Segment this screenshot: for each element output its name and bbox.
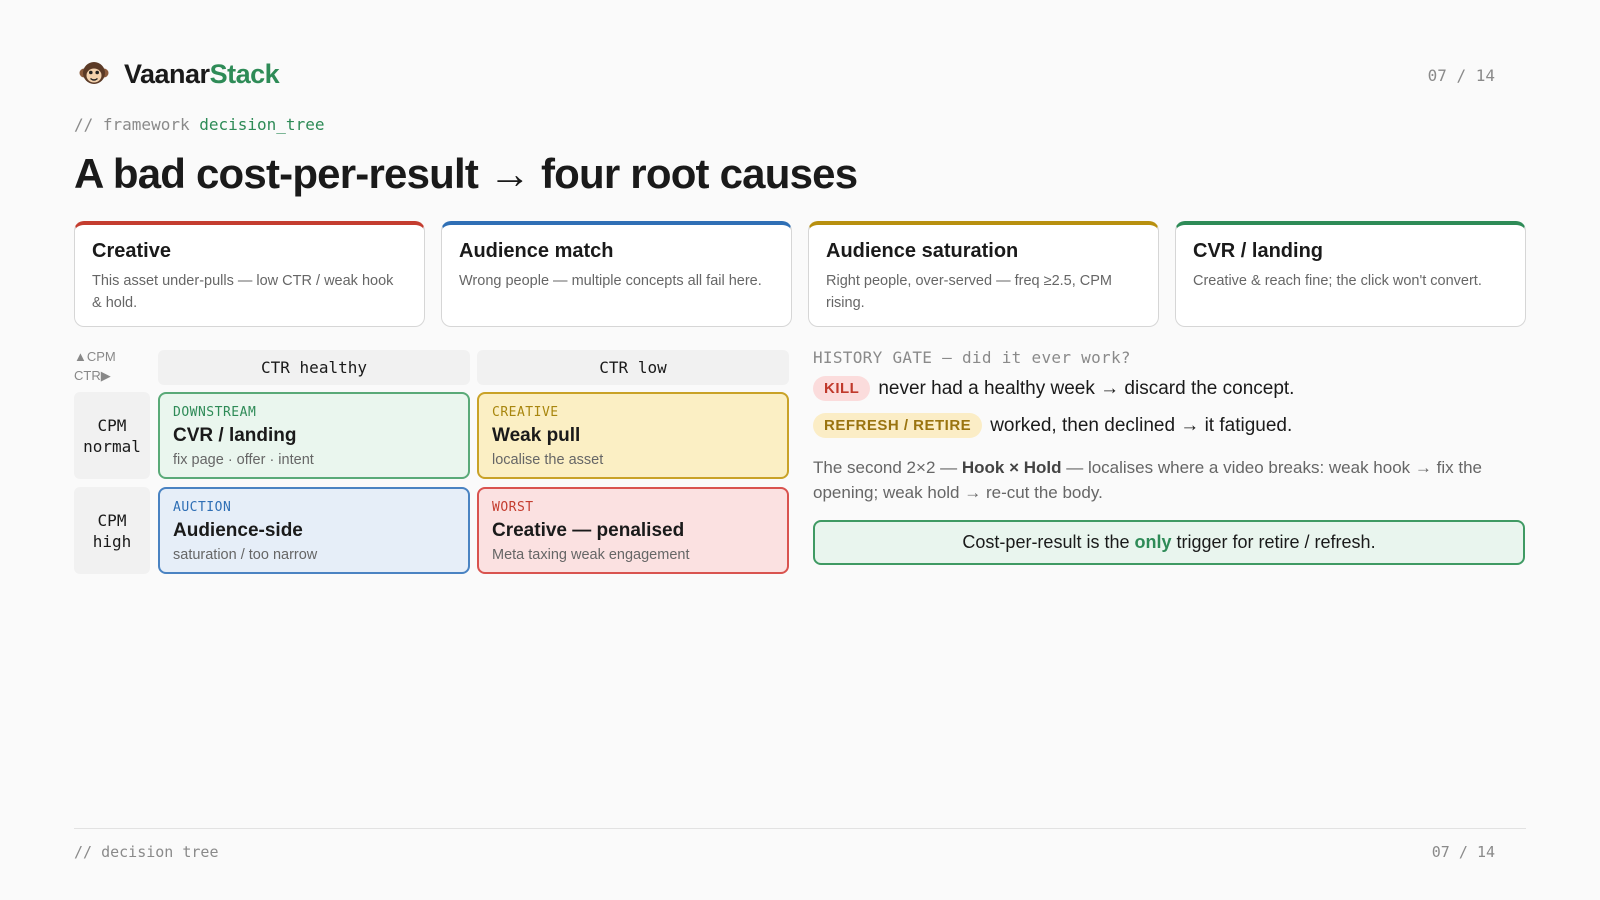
section-kicker: // framework decision_tree	[74, 115, 325, 134]
history-gate-kill-row: KILL never had a healthy week → discard …	[813, 376, 1294, 401]
cause-card-desc: Wrong people — multiple concepts all fai…	[459, 273, 762, 289]
retire-trigger-callout: Cost-per-result is the only trigger for …	[813, 520, 1525, 565]
column-header-ctr-healthy: CTR healthy	[158, 350, 470, 385]
cell-tag: WORST	[492, 500, 534, 515]
monkey-icon	[79, 62, 109, 84]
row-header-cpm-normal: CPM normal	[74, 392, 150, 479]
column-header-ctr-low: CTR low	[477, 350, 789, 385]
cell-subtitle: Meta taxing weak engagement	[492, 547, 690, 563]
cause-card-title: CVR / landing	[1193, 240, 1323, 262]
history-gate-text: worked, then declined → it fatigued.	[990, 414, 1293, 436]
axis-label-cpm: ▲CPM	[74, 349, 116, 364]
matrix-cell-worst: WORST Creative — penalised Meta taxing w…	[477, 487, 789, 574]
cause-card-audience-match: Audience match Wrong people — multiple c…	[441, 221, 792, 327]
matrix-cell-auction: AUCTION Audience-side saturation / too n…	[158, 487, 470, 574]
footer-page-number: 07 / 14	[1431, 843, 1495, 861]
history-gate-heading: HISTORY GATE — did it ever work?	[813, 348, 1131, 367]
cell-subtitle: fix page · offer · intent	[173, 452, 314, 468]
page-number: 07 / 14	[1427, 66, 1495, 85]
cell-subtitle: localise the asset	[492, 452, 604, 468]
cause-card-desc: Creative & reach fine; the click won't c…	[1193, 273, 1482, 289]
history-gate-refresh-row: REFRESH / RETIRE worked, then declined →…	[813, 413, 1292, 438]
cause-card-creative: Creative This asset under-pulls — low CT…	[74, 221, 425, 327]
refresh-retire-badge: REFRESH / RETIRE	[813, 413, 983, 438]
matrix-axis-legend: ▲CPM CTR▶	[74, 347, 116, 385]
history-gate-text: never had a healthy week → discard the c…	[878, 377, 1295, 399]
brand-name: VaanarStack	[124, 58, 280, 89]
row-header-cpm-high: CPM high	[74, 487, 150, 574]
cell-tag: CREATIVE	[492, 405, 559, 420]
hook-hold-note: The second 2×2 — Hook × Hold — localises…	[813, 458, 1482, 502]
cell-title: CVR / landing	[173, 425, 297, 446]
footer-label: // decision tree	[74, 843, 219, 861]
cell-title: Audience-side	[173, 520, 303, 541]
cause-card-title: Audience match	[459, 240, 614, 262]
cause-card-desc: This asset under-pulls — low CTR / weak …	[92, 273, 394, 311]
cell-tag: DOWNSTREAM	[173, 405, 257, 420]
axis-label-ctr: CTR▶	[74, 368, 111, 383]
cause-card-cvr-landing: CVR / landing Creative & reach fine; the…	[1175, 221, 1526, 327]
kill-badge: KILL	[813, 376, 871, 401]
brand: VaanarStack	[78, 58, 280, 90]
footer-divider	[74, 828, 1526, 829]
cell-title: Weak pull	[492, 425, 581, 446]
cell-title: Creative — penalised	[492, 520, 685, 541]
cause-card-audience-saturation: Audience saturation Right people, over-s…	[808, 221, 1159, 327]
cause-cards: Creative This asset under-pulls — low CT…	[74, 221, 1526, 327]
cause-card-desc: Right people, over-served — freq ≥2.5, C…	[826, 273, 1112, 311]
cell-subtitle: saturation / too narrow	[173, 547, 318, 563]
cell-tag: AUCTION	[173, 500, 232, 515]
page-title: A bad cost-per-result → four root causes	[74, 150, 858, 197]
matrix-cell-downstream: DOWNSTREAM CVR / landing fix page · offe…	[158, 392, 470, 479]
matrix-cell-creative: CREATIVE Weak pull localise the asset	[477, 392, 789, 479]
cause-card-title: Audience saturation	[826, 240, 1019, 262]
cause-card-title: Creative	[92, 240, 171, 262]
